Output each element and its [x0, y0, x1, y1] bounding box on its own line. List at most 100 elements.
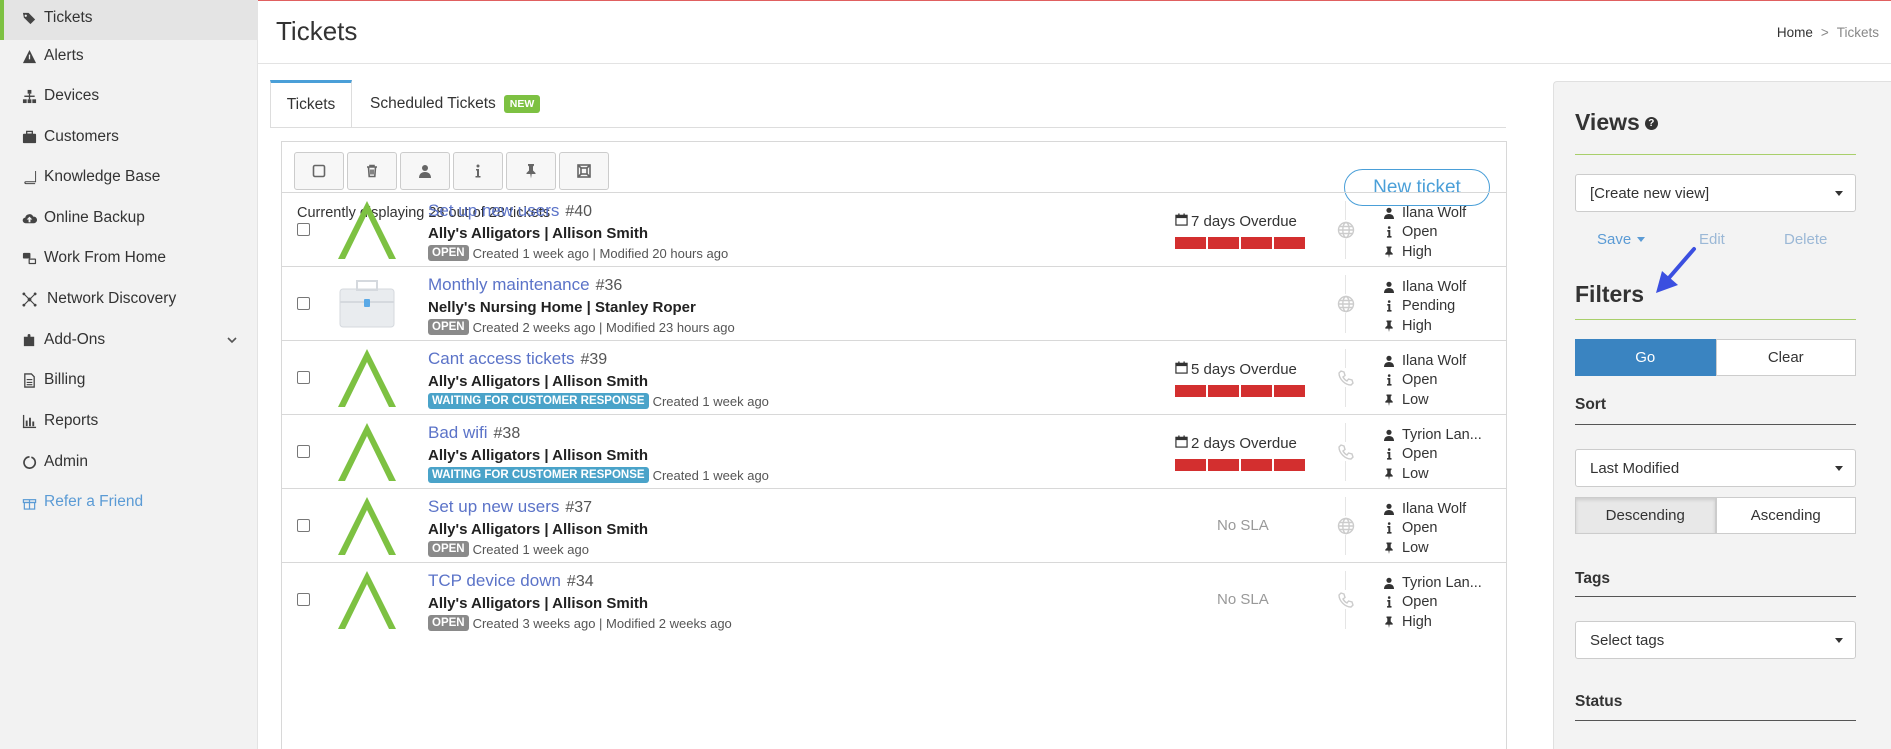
remote-desktop-icon — [20, 249, 38, 267]
tab-tickets[interactable]: Tickets — [270, 80, 352, 128]
ticket-row[interactable]: Cant access tickets #39 Ally's Alligators … — [282, 340, 1506, 414]
caret-down-icon — [1835, 191, 1843, 196]
user-icon — [419, 165, 431, 178]
sidebar-item-label: Refer a Friend — [44, 493, 144, 510]
ticket-state: Pending — [1402, 298, 1456, 315]
tab-divider — [270, 127, 1506, 128]
sidebar-item-label: Billing — [44, 371, 86, 388]
user-icon — [1384, 355, 1394, 367]
file-icon — [20, 371, 38, 389]
select-all-button[interactable] — [294, 152, 344, 190]
row-checkbox[interactable] — [297, 445, 310, 458]
sort-select[interactable]: Last Modified — [1575, 449, 1856, 487]
breadcrumb-separator: > — [1820, 25, 1829, 40]
breadcrumb-home-link[interactable]: Home — [1777, 25, 1813, 40]
sla-progress-bar — [1175, 459, 1306, 471]
ticket-title-link[interactable]: TCP device down — [428, 571, 561, 590]
thumbtack-icon — [1385, 320, 1393, 332]
set-priority-button[interactable] — [506, 152, 556, 190]
sidebar-item-label: Reports — [44, 412, 99, 429]
ticket-row[interactable]: Set up new users #37 Ally's Alligators | A… — [282, 488, 1506, 562]
chevron-down-icon[interactable] — [224, 332, 240, 348]
status-badge: OPEN — [428, 245, 469, 261]
sla-indicator: 2 days Overdue — [1175, 435, 1306, 471]
assignee-name: Ilana Wolf — [1402, 204, 1467, 221]
set-status-button[interactable] — [453, 152, 503, 190]
bar-chart-icon — [20, 412, 38, 430]
ticket-title-link[interactable]: Set up new users — [428, 497, 559, 516]
breadcrumb-current: Tickets — [1836, 25, 1879, 40]
row-checkbox[interactable] — [297, 519, 310, 532]
clear-button[interactable]: Clear — [1715, 339, 1856, 376]
page-title: Tickets — [276, 16, 358, 46]
sla-text: 2 days Overdue — [1191, 435, 1297, 452]
view-select[interactable]: [Create new view] — [1575, 174, 1856, 212]
ticket-info: Ilana Wolf Pending High — [1383, 277, 1466, 336]
go-button[interactable]: Go — [1575, 339, 1716, 376]
customer-logo — [334, 567, 400, 633]
sidebar-item-customers[interactable]: Customers — [0, 115, 258, 159]
sidebar-item-devices[interactable]: Devices — [0, 74, 258, 118]
trash-icon — [367, 164, 377, 178]
caret-down-icon — [1637, 237, 1646, 242]
sidebar-item-label: Add-Ons — [44, 331, 106, 348]
tags-select[interactable]: Select tags — [1575, 621, 1856, 659]
ticket-customer: Nelly's Nursing Home | Stanley Roper — [428, 299, 696, 316]
thumbtack-icon — [1385, 246, 1393, 258]
edit-view-link[interactable]: Edit — [1699, 231, 1725, 248]
ticket-priority: Low — [1402, 465, 1429, 482]
sort-select-value: Last Modified — [1590, 459, 1680, 477]
sidebar-item-knowledge-base[interactable]: Knowledge Base — [0, 155, 258, 199]
ticket-title-link[interactable]: Cant access tickets — [428, 349, 574, 368]
ticket-row[interactable]: Set up new users #40 Ally's Alligators | A… — [282, 192, 1506, 266]
save-view-link[interactable]: Save — [1597, 231, 1646, 248]
sidebar: Tickets Alerts Devices Customers Knowled… — [0, 0, 258, 749]
sidebar-item-label: Admin — [44, 453, 88, 470]
sidebar-item-alerts[interactable]: Alerts — [0, 34, 258, 78]
info-icon — [1387, 300, 1392, 312]
ticket-title-link[interactable]: Bad wifi — [428, 423, 488, 442]
ticket-state: Open — [1402, 224, 1438, 241]
sidebar-item-billing[interactable]: Billing — [0, 358, 258, 402]
ticket-customer: Ally's Alligators | Allison Smith — [428, 595, 649, 612]
sidebar-item-reports[interactable]: Reports — [0, 399, 258, 443]
ticket-title-link[interactable]: Monthly maintenance — [428, 275, 590, 294]
customer-logo — [334, 271, 400, 337]
ticket-row[interactable]: Bad wifi #38 Ally's Alligators | Allison S… — [282, 414, 1506, 488]
sidebar-item-admin[interactable]: Admin — [0, 440, 258, 484]
row-checkbox[interactable] — [297, 223, 310, 236]
sidebar-item-work-from-home[interactable]: Work From Home — [0, 236, 258, 280]
row-checkbox[interactable] — [297, 593, 310, 606]
ticket-number: #34 — [566, 573, 594, 590]
assignee-name: Tyrion Lan... — [1402, 426, 1482, 443]
merge-tickets-button[interactable] — [559, 152, 609, 190]
delete-view-link[interactable]: Delete — [1784, 231, 1827, 248]
ticket-number: #40 — [565, 203, 593, 220]
tags-divider — [1575, 596, 1856, 597]
sidebar-item-refer-a-friend[interactable]: Refer a Friend — [0, 480, 258, 524]
ascending-button[interactable]: Ascending — [1715, 497, 1856, 534]
thumbtack-icon — [1385, 616, 1393, 628]
ticket-row[interactable]: Monthly maintenance #36 Nelly's Nursing Ho… — [282, 266, 1506, 340]
sidebar-item-add-ons[interactable]: Add-Ons — [0, 318, 258, 362]
sidebar-item-network-discovery[interactable]: Network Discovery — [0, 277, 258, 321]
tab-scheduled-tickets[interactable]: Scheduled Tickets NEW — [370, 80, 541, 128]
ticket-dates: Created 3 weeks ago | Modified 2 weeks a… — [472, 615, 732, 631]
delete-button[interactable] — [347, 152, 397, 190]
row-checkbox[interactable] — [297, 297, 310, 310]
status-badge: OPEN — [428, 615, 469, 631]
user-icon — [1384, 577, 1394, 589]
views-title: Views — [1575, 109, 1640, 135]
status-badge: WAITING FOR CUSTOMER RESPONSE — [428, 393, 649, 409]
customer-logo — [334, 419, 400, 485]
ticket-title-link[interactable]: Set up new users — [428, 201, 559, 220]
status-badge: OPEN — [428, 541, 469, 557]
row-checkbox[interactable] — [297, 371, 310, 384]
ticket-row[interactable]: TCP device down #34 Ally's Alligators | Al… — [282, 562, 1506, 636]
assign-user-button[interactable] — [400, 152, 450, 190]
sidebar-item-label: Customers — [44, 128, 119, 145]
user-icon — [1384, 281, 1394, 293]
sidebar-item-online-backup[interactable]: Online Backup — [0, 196, 258, 240]
help-icon[interactable]: ? — [1644, 117, 1658, 131]
descending-button[interactable]: Descending — [1575, 497, 1716, 534]
